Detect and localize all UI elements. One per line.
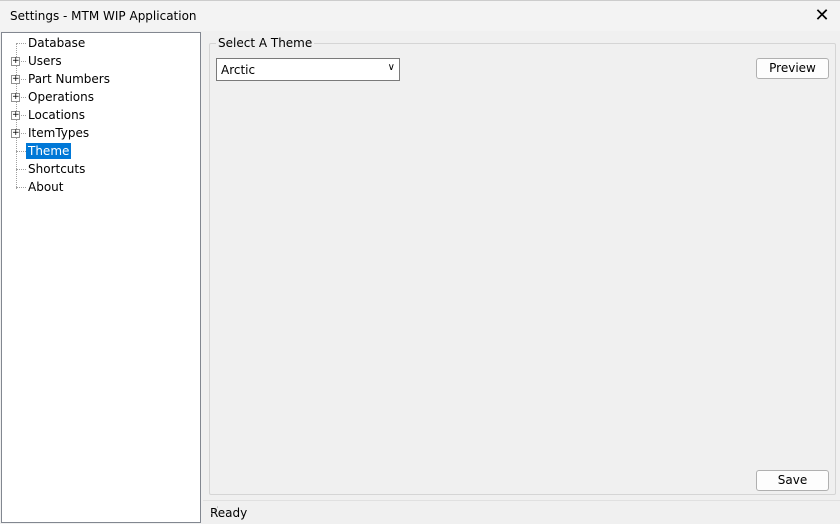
tree-item-label: Shortcuts	[28, 162, 86, 176]
expand-icon[interactable]: +	[11, 93, 20, 102]
title-bar: Settings - MTM WIP Application ✕	[0, 0, 840, 31]
tree-item-operations[interactable]: + Operations	[2, 88, 192, 106]
theme-select-value: Arctic	[221, 63, 256, 77]
tree-line	[16, 187, 26, 188]
tree-line	[16, 43, 26, 44]
expand-icon[interactable]: +	[11, 75, 20, 84]
tree-item-label: ItemTypes	[28, 126, 90, 140]
tree-item-part-numbers[interactable]: + Part Numbers	[2, 70, 192, 88]
resize-grip-icon[interactable]: ⋰	[210, 506, 836, 521]
tree-item-database[interactable]: Database	[2, 34, 192, 52]
chevron-down-icon: ∨	[387, 62, 395, 73]
tree-line	[16, 169, 26, 170]
expand-icon[interactable]: +	[11, 129, 20, 138]
tree-item-itemtypes[interactable]: + ItemTypes	[2, 124, 192, 142]
tree-item-label: Part Numbers	[28, 72, 110, 86]
theme-select[interactable]: Arctic ∨	[216, 58, 400, 81]
tree-item-about[interactable]: About	[2, 178, 192, 196]
expand-icon[interactable]: +	[11, 57, 20, 66]
tree-item-users[interactable]: + Users	[2, 52, 192, 70]
tree-item-locations[interactable]: + Locations	[2, 106, 192, 124]
tree-item-shortcuts[interactable]: Shortcuts	[2, 160, 192, 178]
tree-item-label: Database	[28, 36, 86, 50]
theme-group	[209, 43, 836, 495]
close-icon[interactable]: ✕	[812, 5, 832, 26]
save-button[interactable]: Save	[756, 470, 829, 491]
expand-icon[interactable]: +	[11, 111, 20, 120]
tree-item-label: Users	[28, 54, 62, 68]
tree-item-label: Operations	[28, 90, 94, 104]
tree-item-label: About	[28, 180, 64, 194]
tree-item-label: Theme	[26, 143, 72, 159]
group-label: Select A Theme	[216, 36, 315, 50]
window-title: Settings - MTM WIP Application	[10, 9, 197, 23]
tree-item-label: Locations	[28, 108, 86, 122]
tree-line	[16, 151, 26, 152]
status-bar: Ready ⋰	[203, 500, 840, 524]
tree-item-theme[interactable]: Theme	[2, 142, 192, 160]
preview-button[interactable]: Preview	[756, 58, 829, 79]
settings-tree[interactable]: Database + Users + Part Numbers + Operations + L…	[1, 32, 201, 523]
